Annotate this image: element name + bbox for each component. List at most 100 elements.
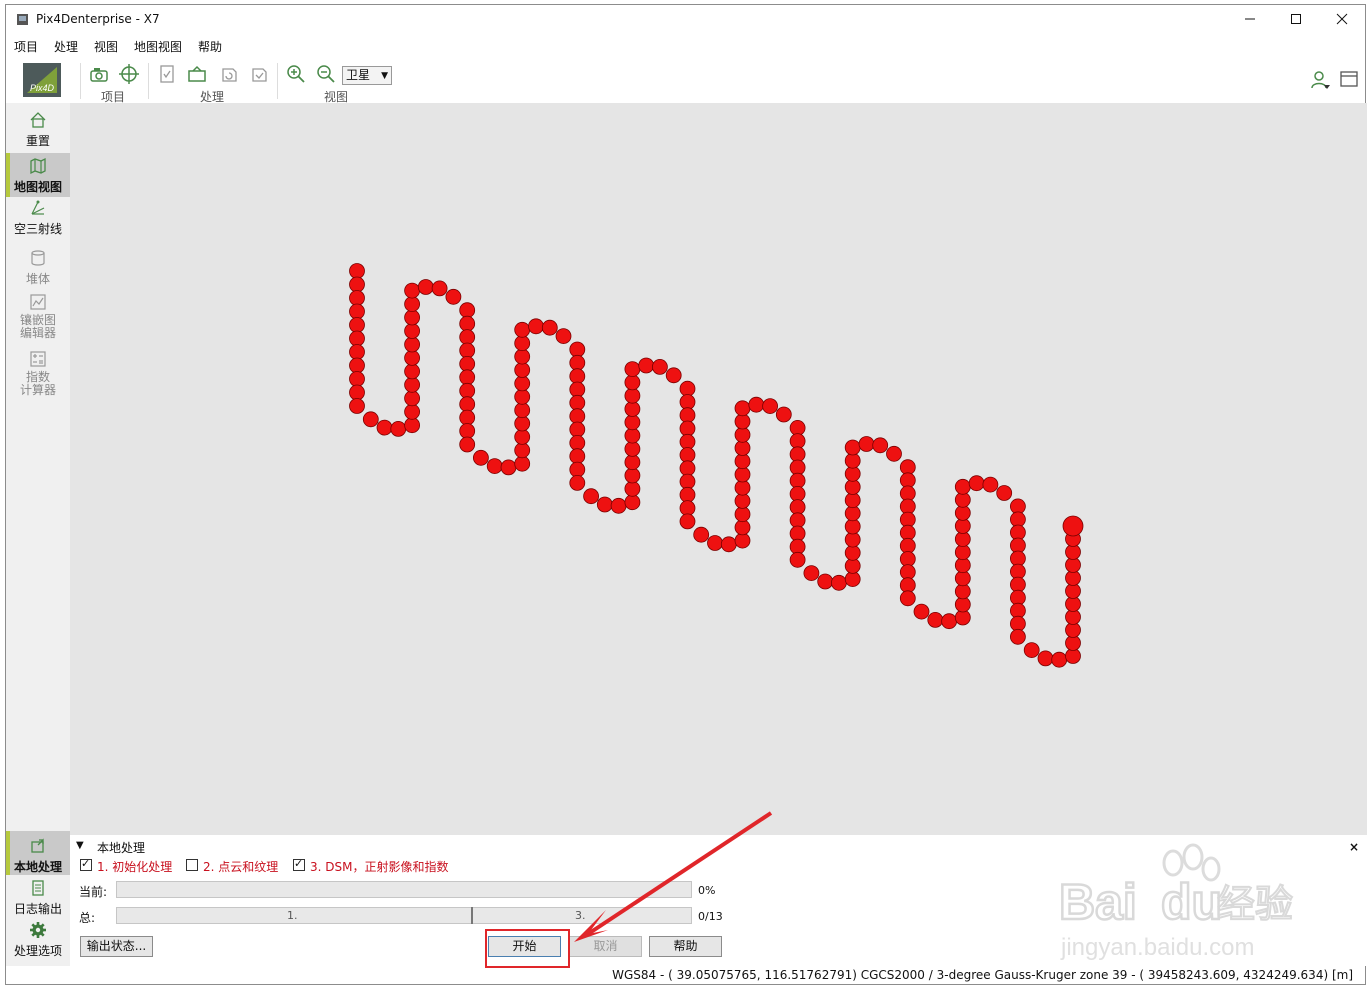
camera-position[interactable] [624, 401, 641, 417]
camera-position[interactable] [899, 590, 916, 607]
camera-position[interactable] [1010, 628, 1026, 645]
camera-position[interactable] [472, 449, 489, 466]
camera-position[interactable] [624, 480, 641, 497]
camera-position[interactable] [789, 512, 806, 529]
open-results-icon[interactable] [186, 63, 208, 85]
camera-position[interactable] [982, 476, 999, 493]
camera-position[interactable] [996, 485, 1013, 501]
step1-checkbox[interactable] [80, 857, 92, 871]
menu-help[interactable]: 帮助 [198, 38, 222, 55]
camera-position[interactable] [349, 357, 365, 374]
camera-position[interactable] [404, 323, 421, 339]
camera-position[interactable] [459, 302, 476, 319]
sidebar-item-mosaic-editor[interactable]: 镶嵌图 编辑器 [6, 293, 70, 345]
camera-position[interactable] [349, 290, 365, 306]
camera-position[interactable] [913, 603, 930, 620]
camera-position[interactable] [349, 330, 365, 347]
camera-position[interactable] [569, 394, 586, 411]
zoom-out-icon[interactable] [315, 63, 337, 85]
basemap-select[interactable]: 卫星 ▼ [342, 66, 392, 85]
camera-position[interactable] [1051, 651, 1068, 668]
camera-position[interactable] [528, 318, 544, 335]
camera-position[interactable] [349, 384, 365, 401]
map-view[interactable] [70, 103, 1367, 835]
collapse-arrow-icon[interactable]: ▼ [76, 840, 84, 851]
sidebar-item-index-calculator[interactable]: 指数 计算器 [6, 350, 70, 402]
camera-position[interactable] [624, 387, 641, 404]
sidebar-item-local-processing[interactable]: 本地处理 [6, 831, 70, 875]
camera-position[interactable] [734, 400, 751, 417]
camera-position[interactable] [844, 479, 861, 495]
step2-checkbox[interactable] [186, 859, 198, 871]
camera-position[interactable] [514, 415, 531, 432]
camera-position[interactable] [569, 354, 586, 371]
camera-position[interactable] [968, 475, 985, 492]
sidebar-item-map-view[interactable]: 地图视图 [6, 153, 70, 197]
camera-position[interactable] [569, 434, 586, 451]
step1-label[interactable]: 1. 初始化处理 [97, 858, 172, 875]
camera-position[interactable] [831, 574, 847, 591]
camera-position[interactable] [679, 513, 696, 530]
camera-position[interactable] [459, 342, 476, 359]
camera-position[interactable] [1062, 515, 1084, 537]
camera-position[interactable] [569, 408, 586, 425]
camera-position[interactable] [459, 355, 476, 372]
camera-position[interactable] [679, 407, 696, 424]
camera-position[interactable] [417, 279, 434, 295]
camera-position[interactable] [679, 380, 696, 397]
camera-position[interactable] [748, 396, 765, 413]
camera-position[interactable] [624, 414, 641, 431]
camera-position[interactable] [624, 374, 641, 391]
camera-position[interactable] [349, 398, 365, 414]
quality-report-icon[interactable] [156, 63, 178, 85]
sidebar-item-processing-options[interactable]: 处理选项 [6, 921, 70, 963]
camera-position[interactable] [844, 439, 861, 456]
camera-position[interactable] [789, 525, 806, 542]
camera-position[interactable] [734, 532, 751, 549]
camera-position[interactable] [514, 348, 531, 365]
layout-icon[interactable] [1339, 69, 1359, 89]
step3-checkbox[interactable] [293, 857, 305, 871]
camera-position[interactable] [693, 526, 710, 543]
output-status-button[interactable]: 输出状态... [80, 936, 153, 957]
camera-position[interactable] [514, 402, 531, 419]
camera-position[interactable] [514, 335, 531, 352]
camera-position[interactable] [941, 613, 957, 630]
camera-position[interactable] [569, 368, 586, 385]
camera-position[interactable] [789, 419, 806, 436]
camera-position[interactable] [624, 454, 641, 471]
gcp-manager-icon[interactable] [118, 63, 140, 85]
maximize-button[interactable] [1273, 5, 1319, 33]
camera-position[interactable] [624, 427, 641, 444]
camera-position[interactable] [734, 466, 751, 483]
camera-position[interactable] [459, 409, 476, 426]
camera-position[interactable] [596, 496, 613, 513]
sidebar-item-reset[interactable]: 重置 [6, 111, 70, 153]
camera-position[interactable] [954, 478, 971, 495]
camera-position[interactable] [679, 420, 696, 437]
camera-position[interactable] [569, 421, 586, 438]
camera-position[interactable] [1023, 642, 1040, 658]
camera-position[interactable] [679, 460, 696, 477]
camera-position[interactable] [1037, 650, 1054, 667]
camera-position[interactable] [349, 344, 365, 360]
reoptimize-icon[interactable] [218, 63, 240, 85]
camera-position[interactable] [844, 492, 861, 509]
camera-position[interactable] [734, 492, 751, 509]
camera-position[interactable] [349, 317, 365, 333]
camera-position[interactable] [734, 519, 751, 536]
camera-position[interactable] [789, 433, 806, 450]
camera-position[interactable] [775, 406, 792, 423]
camera-position[interactable] [789, 499, 806, 516]
menu-view[interactable]: 视图 [94, 38, 118, 55]
camera-position[interactable] [899, 537, 916, 554]
camera-position[interactable] [679, 500, 696, 517]
camera-position[interactable] [734, 479, 751, 496]
camera-position[interactable] [404, 417, 421, 434]
new-project-icon[interactable] [88, 63, 110, 85]
camera-position[interactable] [844, 571, 861, 588]
camera-position[interactable] [679, 394, 696, 410]
close-panel-icon[interactable]: × [1349, 840, 1359, 854]
camera-position[interactable] [404, 403, 421, 420]
sidebar-item-volumes[interactable]: 堆体 [6, 249, 70, 291]
